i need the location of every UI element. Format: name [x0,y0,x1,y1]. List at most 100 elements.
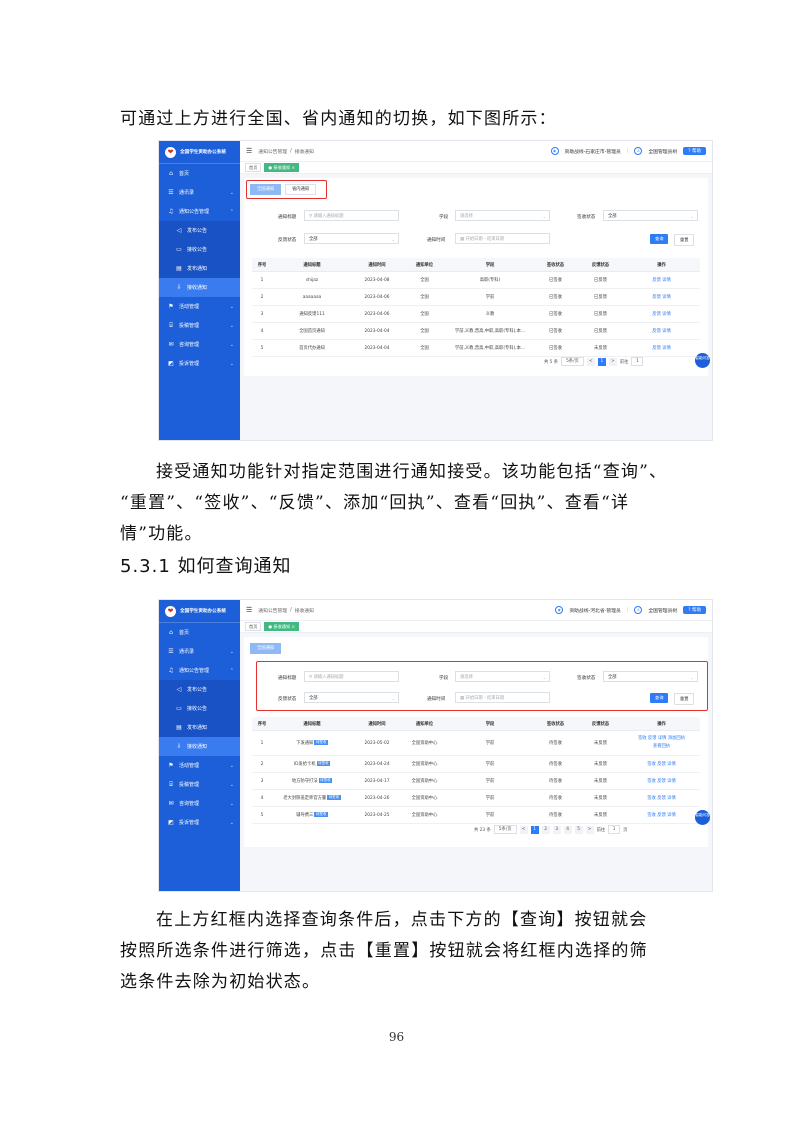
cell: 辅导费三 待签收 [272,806,352,824]
query-button[interactable]: 查询 [650,693,669,703]
column-header: 通知单位 [402,258,447,272]
menu-item-publish-announcement[interactable]: ◁ 发布公告 [159,680,240,699]
actions-line[interactable]: 签收 反馈 详情 添加回执 [624,735,699,743]
reset-button[interactable]: 重置 [674,234,695,246]
menu-item-complaints[interactable]: ◩ 投诉管理 ⌄ [159,354,240,373]
menu-label: 发布通知 [187,725,208,731]
row-actions[interactable]: 签收 反馈 详情 [623,789,700,807]
menu-item-complaints[interactable]: ◩ 投诉管理 ⌄ [159,813,240,832]
sign-status-select[interactable]: 全部 ⌄ [603,671,698,682]
menu-item-consult[interactable]: ✉ 咨询管理 ⌄ [159,794,240,813]
download-icon: ⇩ [176,284,182,291]
menu-item-receive-announcement[interactable]: ▭ 接收公告 [159,699,240,718]
row-actions[interactable]: 签收 反馈 详情 [623,806,700,824]
stage-select[interactable]: 请选择 ⌄ [455,210,550,221]
page-button[interactable]: 3 [552,825,561,834]
prev-page-button[interactable]: < [519,825,528,834]
breadcrumb-home[interactable]: 通知公告管理 [258,607,287,614]
menu-item-submissions[interactable]: ⌸ 投稿管理 ⌄ [159,316,240,335]
help-button[interactable]: ? 帮助 [683,606,706,614]
reset-button[interactable]: 重置 [674,693,695,705]
brand: ❤ 全国学生资助办公系统 [159,600,240,623]
feedback-status-select[interactable]: 全部 ⌄ [304,233,399,244]
menu-item-consult[interactable]: ✉ 咨询管理 ⌄ [159,335,240,354]
title-filter-input[interactable]: ⚲ 请输入通知标题 [304,671,399,682]
page-jump-input[interactable]: 1 [608,825,621,834]
title-filter-input[interactable]: ⚲ 请输入通知标题 [304,210,399,221]
menu-item-activities[interactable]: ⚑ 活动管理 ⌄ [159,756,240,775]
org-label[interactable]: 资助战线-河北省-管理员 [569,607,620,614]
menu-toggle-icon[interactable]: ☰ [246,147,252,155]
total-count: 共 5 条 [544,359,559,365]
cell: 未反馈 [578,772,623,790]
menu-item-home[interactable]: ⌂ 首页 [159,623,240,642]
tag-home[interactable]: 首页 [245,163,262,172]
cell: 已反馈 [578,271,623,289]
row-actions[interactable]: 反馈 详情 [623,322,700,340]
page-size-select[interactable]: 5条/页 [493,825,517,834]
smart-qa-button[interactable]: 智能问答 [695,353,710,368]
row-actions[interactable]: 签收 反馈 详情 [623,755,700,773]
view-receipt-link[interactable]: 查看回执 [624,743,699,751]
menu-item-submissions[interactable]: ⌸ 投稿管理 ⌄ [159,775,240,794]
page-button[interactable]: 4 [563,825,572,834]
menu-item-contacts[interactable]: ☰ 通讯录 ⌄ [159,642,240,661]
menu-item-receive-notice[interactable]: ⇩ 接收通知 [159,278,240,297]
table-row: 2 ID发给卡机 待签收 2023-04-24 全国资助中心 学前 待签收 未反馈… [252,755,700,773]
page-size-select[interactable]: 5条/页 [561,357,584,366]
column-header: 签收状态 [533,717,578,731]
tag-receive-notice[interactable]: ● 接收通知 × [264,622,299,631]
menu-item-notice-admin[interactable]: ♫ 通知公告管理 ⌃ [159,661,240,680]
page-button[interactable]: 1 [597,357,606,366]
menu-item-notice-admin[interactable]: ♫ 通知公告管理 ⌃ [159,202,240,221]
national-notice-switch[interactable]: 全国通知 [250,643,282,654]
stage-select[interactable]: 请选择 ⌄ [455,671,550,682]
menu-item-activities[interactable]: ⚑ 活动管理 ⌄ [159,297,240,316]
notice-title[interactable]: 下发通知 [296,741,313,746]
row-actions[interactable]: 反馈 详情 [623,271,700,289]
submission-icon: ⌸ [169,321,173,329]
row-actions[interactable]: 反馈 详情 [623,288,700,306]
org-label[interactable]: 资助战线-石家庄市-管理员 [565,148,621,155]
prev-page-button[interactable]: < [586,357,595,366]
menu-item-receive-announcement[interactable]: ▭ 接收公告 [159,240,240,259]
page-button[interactable]: 5 [574,825,583,834]
menu-item-publish-notice[interactable]: ▤ 发布通知 [159,718,240,737]
menu-item-contacts[interactable]: ☰ 通讯录 ⌄ [159,183,240,202]
notice-title[interactable]: ID发给卡机 [294,762,316,767]
notice-title[interactable]: 辅导费三 [296,813,313,818]
user-label[interactable]: 全国管理员树 [648,148,677,155]
time-range-picker[interactable]: ▦ 开始日期 - 结束日期 [455,233,550,244]
page-button[interactable]: 2 [541,825,550,834]
menu-item-publish-announcement[interactable]: ◁ 发布公告 [159,221,240,240]
status-badge: 待签收 [314,740,328,745]
notice-title[interactable]: 地方防守打法 [292,779,318,784]
row-actions[interactable]: 签收 反馈 详情 [623,772,700,790]
next-page-button[interactable]: > [608,357,617,366]
query-button[interactable]: 查询 [650,234,669,244]
menu-item-home[interactable]: ⌂ 首页 [159,164,240,183]
time-range-picker[interactable]: ▦ 开始日期 - 结束日期 [455,692,550,703]
menu-item-receive-notice[interactable]: ⇩ 接收通知 [159,737,240,756]
menu-toggle-icon[interactable]: ☰ [246,606,252,614]
row-actions[interactable]: 反馈 详情 [623,305,700,323]
sign-status-select[interactable]: 全部 ⌄ [603,210,698,221]
page-jump-input[interactable]: 1 [631,357,644,366]
menu-item-publish-notice[interactable]: ▤ 发布通知 [159,259,240,278]
feedback-status-select[interactable]: 全部 ⌄ [304,692,399,703]
help-button[interactable]: ? 帮助 [683,147,706,155]
page-button[interactable]: 1 [530,825,539,834]
row-actions[interactable]: 签收 反馈 详情 添加回执 查看回执 [623,730,700,756]
notice-title[interactable]: 老大封肺盖定师官方量 [283,796,326,801]
row-actions[interactable]: 反馈 详情 [623,339,700,357]
next-page-button[interactable]: > [585,825,594,834]
tag-receive-notice[interactable]: ● 接收通知 × [264,163,299,172]
smart-qa-button[interactable]: 智能问答 [695,810,710,825]
org-icon: ◉ [555,606,564,614]
sign-status-label: 签收状态 [577,676,596,681]
breadcrumb-home[interactable]: 通知公告管理 [258,148,287,155]
user-label[interactable]: 全国管理员树 [648,607,677,614]
tag-home[interactable]: 首页 [245,622,262,631]
column-header: 学段 [447,717,533,731]
paragraph-line: 在上方红框内选择查询条件后，点击下方的【查询】按钮就会 [156,910,648,930]
